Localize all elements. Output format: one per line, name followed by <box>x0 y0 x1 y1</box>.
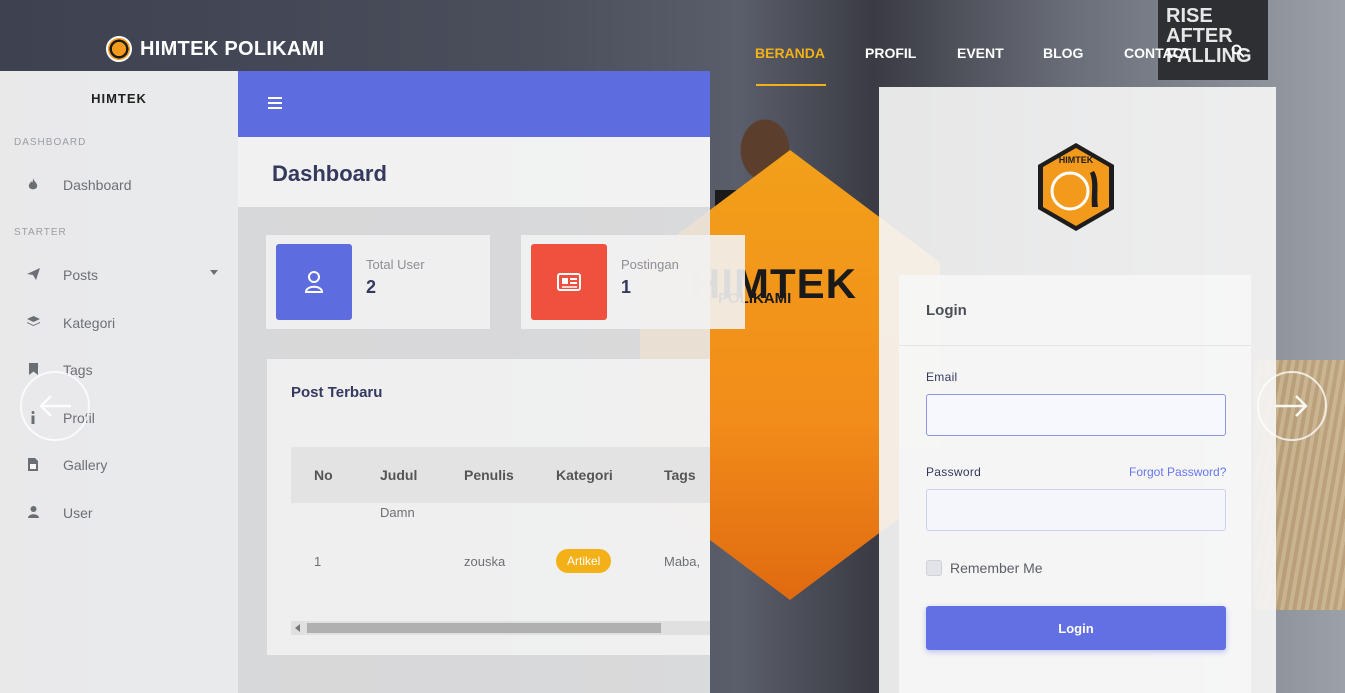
remember-me-label[interactable]: Remember Me <box>950 560 1043 576</box>
nav-link-contact[interactable]: CONTACT <box>1124 45 1191 61</box>
image-file-icon <box>26 458 40 472</box>
stat-label: Total User <box>366 257 425 272</box>
sidebar-item-label: Kategori <box>63 315 116 331</box>
login-card: Login Email Password Forgot Password? Re… <box>899 275 1251 693</box>
dashboard-topbar <box>238 71 710 137</box>
email-field[interactable] <box>926 394 1226 436</box>
login-button[interactable]: Login <box>926 606 1226 650</box>
sidebar-heading-starter: STARTER <box>14 227 67 238</box>
column-header: No <box>314 467 333 483</box>
horizontal-scrollbar[interactable] <box>291 621 710 635</box>
nav-active-indicator <box>756 84 826 86</box>
table-header: No Judul Penulis Kategori Tags <box>291 447 710 503</box>
scroll-left-icon[interactable] <box>295 624 300 632</box>
sidebar-item-label: Dashboard <box>63 177 132 193</box>
remember-me-checkbox[interactable] <box>926 560 942 576</box>
brand[interactable]: HIMTEK POLIKAMI <box>106 36 325 62</box>
paper-plane-icon <box>26 268 40 282</box>
cell-tags: Maba, <box>664 554 701 569</box>
user-icon <box>304 271 324 293</box>
dashboard-content: Dashboard Total User 2 Postingan 1 Post … <box>238 137 745 693</box>
recent-posts-title: Post Terbaru <box>291 384 383 401</box>
sidebar-item-posts[interactable]: Posts <box>26 267 226 283</box>
carousel-next-button[interactable] <box>1257 371 1327 441</box>
brand-name: HIMTEK POLIKAMI <box>140 37 325 60</box>
login-panel: HIMTEK Login Email Password Forgot Passw… <box>879 87 1276 693</box>
stat-label: Postingan <box>621 257 679 272</box>
login-card-header: Login <box>899 275 1251 346</box>
sidebar-item-label: Gallery <box>63 457 108 473</box>
nav-link-profil[interactable]: PROFIL <box>865 45 916 61</box>
sidebar-heading-dashboard: DASHBOARD <box>14 137 87 148</box>
login-title: Login <box>926 302 967 319</box>
nav-link-event[interactable]: EVENT <box>957 45 1004 61</box>
logo-text: HIMTEK <box>1059 155 1094 165</box>
sidebar-item-gallery[interactable]: Gallery <box>26 457 226 473</box>
category-badge: Artikel <box>556 549 612 573</box>
page-header: Dashboard <box>238 137 710 207</box>
newspaper-icon <box>557 273 581 291</box>
column-header: Kategori <box>556 467 613 483</box>
brand-logo-icon <box>106 36 132 62</box>
stat-icon-box <box>276 244 352 320</box>
user-icon <box>26 506 40 520</box>
nav-link-beranda[interactable]: BERANDA <box>755 45 825 61</box>
layers-icon <box>26 316 40 330</box>
email-label: Email <box>926 370 958 384</box>
recent-posts-card: Post Terbaru No Judul Penulis Kategori T… <box>267 359 710 655</box>
column-header: Judul <box>380 467 418 483</box>
column-header: Penulis <box>464 467 514 483</box>
carousel-prev-button[interactable] <box>20 371 90 441</box>
sidebar-item-label: Posts <box>63 267 99 283</box>
forgot-password-link[interactable]: Forgot Password? <box>1129 465 1226 479</box>
nav-link-blog[interactable]: BLOG <box>1043 45 1083 61</box>
stat-icon-box <box>531 244 607 320</box>
arrow-left-icon <box>39 395 71 417</box>
sidebar-item-user[interactable]: User <box>26 505 226 521</box>
password-label: Password <box>926 465 982 479</box>
sidebar-item-kategori[interactable]: Kategori <box>26 315 226 331</box>
cell-penulis: zouska <box>464 554 506 569</box>
stat-value: 1 <box>621 277 632 297</box>
sidebar-item-dashboard[interactable]: Dashboard <box>26 177 226 193</box>
chevron-down-icon <box>210 270 218 275</box>
cell-no: 1 <box>314 554 322 569</box>
stat-card-postingan: Postingan 1 <box>521 235 745 329</box>
page-title: Dashboard <box>272 161 387 186</box>
arrow-right-icon <box>1276 395 1308 417</box>
search-icon[interactable] <box>1231 44 1245 58</box>
fire-icon <box>26 178 40 192</box>
password-field[interactable] <box>926 489 1226 531</box>
cell-judul: Damn <box>380 505 415 520</box>
sidebar-brand[interactable]: HIMTEK <box>0 91 238 106</box>
stat-value: 2 <box>366 277 377 297</box>
sidebar-item-label: User <box>63 505 93 521</box>
column-header: Tags <box>664 467 696 483</box>
himtek-logo-icon: HIMTEK <box>1038 143 1114 231</box>
scroll-thumb[interactable] <box>307 623 661 633</box>
hamburger-icon[interactable] <box>268 97 282 109</box>
stat-card-total-user: Total User 2 <box>266 235 490 329</box>
